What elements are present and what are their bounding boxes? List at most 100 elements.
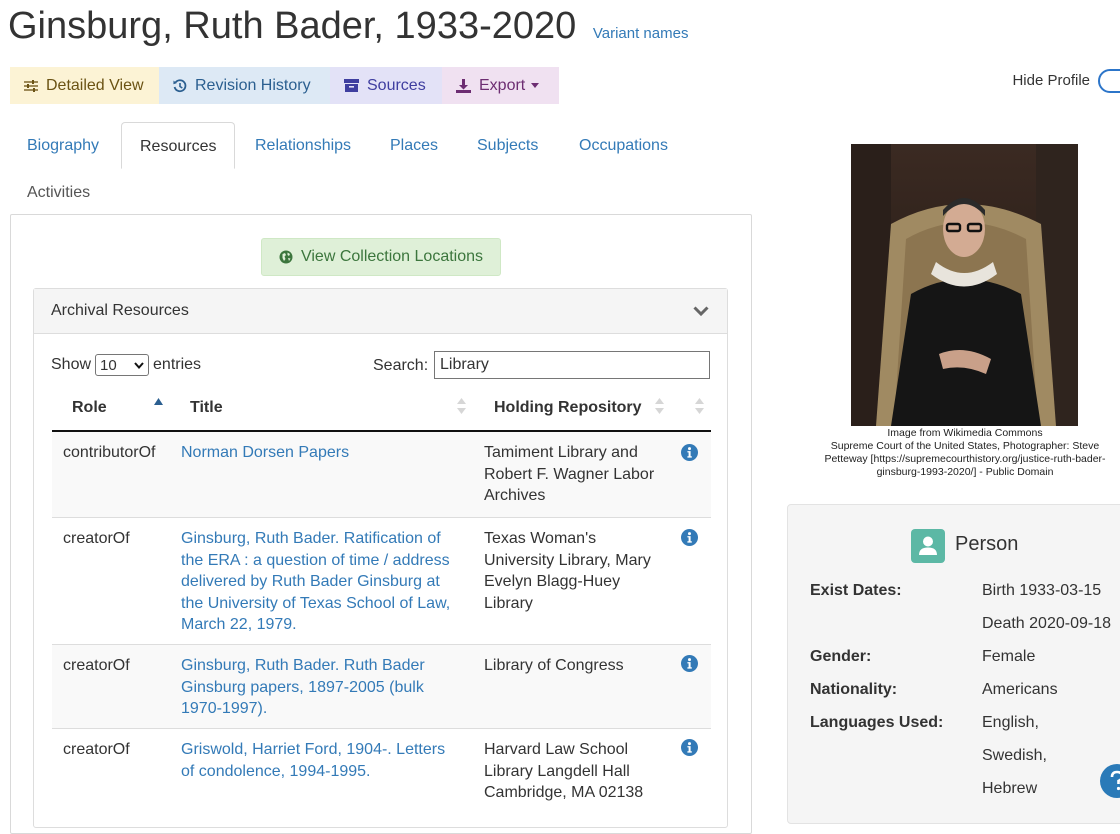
row-role: creatorOf xyxy=(63,741,130,758)
caret-down-icon xyxy=(531,83,540,88)
revision-history-label: Revision History xyxy=(195,76,311,94)
info-circle-icon[interactable] xyxy=(681,529,698,546)
column-header-role[interactable]: Role xyxy=(72,399,107,417)
hide-profile-toggle[interactable] xyxy=(1098,69,1120,93)
search-label: Search: xyxy=(373,357,429,374)
page-title: Ginsburg, Ruth Bader, 1933-2020 Variant … xyxy=(8,0,688,62)
row-repository: Harvard Law School Library Langdell Hall… xyxy=(484,739,643,804)
row-repository-line: University Library, Mary xyxy=(484,551,651,569)
tab-relationships[interactable]: Relationships xyxy=(255,122,351,169)
sources-button[interactable]: Sources xyxy=(330,67,442,104)
tab-resources[interactable]: Resources xyxy=(121,122,236,169)
row-title-line: of condolence, 1994-1995. xyxy=(181,762,371,780)
download-icon xyxy=(456,78,471,93)
page-length-value: 10 xyxy=(100,356,117,374)
exist-dates-label: Exist Dates: xyxy=(810,582,902,599)
photo-caption: Image from Wikimedia Commons Supreme Cou… xyxy=(805,427,1120,479)
tab-biography[interactable]: Biography xyxy=(27,122,99,169)
view-collection-locations-label: View Collection Locations xyxy=(300,248,484,265)
row-repository-line: Evelyn Blagg-Huey xyxy=(484,573,621,590)
row-title-line: Ginsburg, Ruth Bader. Ratification of xyxy=(181,530,441,547)
row-title-line: Griswold, Harriet Ford, 1904-. Letters xyxy=(181,741,446,758)
row-repository-line: Library Langdell Hall xyxy=(484,762,630,780)
caption-line: Petteway [https://supremecourthistory.or… xyxy=(824,453,1106,465)
export-dropdown-button[interactable]: Export xyxy=(442,67,559,104)
profile-photo xyxy=(851,144,1078,426)
tab-subjects[interactable]: Subjects xyxy=(477,122,538,169)
person-title: Person xyxy=(955,533,1019,555)
revision-history-button[interactable]: Revision History xyxy=(159,67,330,104)
languages-used-label: Languages Used: xyxy=(810,714,944,731)
sort-both-icon xyxy=(456,398,466,414)
column-header-holding-repository[interactable]: Holding Repository xyxy=(494,399,642,417)
tab-occupations[interactable]: Occupations xyxy=(579,122,668,169)
sliders-icon xyxy=(24,79,38,92)
row-title-line: the University of Texas School of Law, xyxy=(181,594,451,612)
row-title-link[interactable]: Norman Dorsen Papers xyxy=(181,442,349,464)
archive-box-icon xyxy=(344,79,359,92)
death-date: Death 2020-09-18 xyxy=(982,615,1111,632)
user-icon xyxy=(911,529,945,563)
info-circle-icon[interactable] xyxy=(681,739,698,756)
tab-places[interactable]: Places xyxy=(390,122,438,169)
row-title-line: March 22, 1979. xyxy=(181,616,297,633)
language-value: Hebrew xyxy=(982,780,1038,797)
row-title-link[interactable]: Ginsburg, Ruth Bader. Ratification of th… xyxy=(181,528,450,636)
row-repository-line: Tamiment Library and xyxy=(484,444,638,461)
row-repository: Texas Woman's University Library, Mary E… xyxy=(484,528,651,614)
row-repository-line: Library of Congress xyxy=(484,657,624,674)
caption-line: Image from Wikimedia Commons xyxy=(887,427,1043,439)
row-title-line: Norman Dorsen Papers xyxy=(181,444,350,461)
sources-label: Sources xyxy=(367,76,426,94)
caption-line: ginsburg-1993-2020/] - Public Domain xyxy=(876,466,1054,478)
page-length-select[interactable]: 10 xyxy=(95,354,150,376)
chevron-down-icon[interactable] xyxy=(693,304,709,322)
row-title-line: Ginsburg papers, 1897-2005 (bulk xyxy=(181,678,424,696)
tab-activities[interactable]: Activities xyxy=(27,178,90,208)
sort-ascending-icon xyxy=(153,398,163,406)
gender-label: Gender: xyxy=(810,648,872,665)
row-role: creatorOf xyxy=(63,530,130,547)
row-repository-line: Archives xyxy=(484,487,546,504)
help-button[interactable] xyxy=(1100,764,1120,798)
birth-date: Birth 1933-03-15 xyxy=(982,582,1102,599)
caption-line: Supreme Court of the United States, Phot… xyxy=(830,440,1100,452)
gender-value: Female xyxy=(982,648,1036,665)
row-repository-line: Harvard Law School xyxy=(484,741,629,758)
view-collection-locations-button[interactable]: View Collection Locations xyxy=(261,238,501,276)
sort-both-icon xyxy=(654,398,664,414)
entries-label: entries xyxy=(153,356,202,373)
page-title-text: Ginsburg, Ruth Bader, 1933-2020 xyxy=(8,5,577,47)
row-title-link[interactable]: Ginsburg, Ruth Bader. Ruth Bader Ginsbur… xyxy=(181,655,425,720)
row-repository-line: Robert F. Wagner Labor xyxy=(484,465,655,483)
row-title-line: the ERA : a question of time / address xyxy=(181,551,450,569)
row-title-line: Ginsburg, Ruth Bader. Ruth Bader xyxy=(181,657,425,674)
info-circle-icon[interactable] xyxy=(681,655,698,672)
nationality-value: Americans xyxy=(982,681,1058,698)
action-toolbar: Detailed View Revision History Sources E… xyxy=(10,67,559,104)
nationality-label: Nationality: xyxy=(810,681,898,698)
detailed-view-button[interactable]: Detailed View xyxy=(10,67,159,104)
row-repository-line: Cambridge, MA 02138 xyxy=(484,784,644,801)
row-role: contributorOf xyxy=(63,444,156,461)
row-repository-line: Library xyxy=(484,594,533,612)
row-role: creatorOf xyxy=(63,657,130,674)
row-repository: Library of Congress xyxy=(484,655,624,677)
row-title-link[interactable]: Griswold, Harriet Ford, 1904-. Letters o… xyxy=(181,739,445,782)
info-circle-icon[interactable] xyxy=(681,444,698,461)
archival-resources-title: Archival Resources xyxy=(51,302,189,319)
show-label: Show xyxy=(51,356,92,373)
export-label: Export xyxy=(479,76,526,94)
row-title-line: delivered by Ruth Bader Ginsburg at xyxy=(181,573,440,590)
sort-both-icon xyxy=(694,398,704,414)
column-header-title[interactable]: Title xyxy=(190,399,223,417)
row-repository: Tamiment Library and Robert F. Wagner La… xyxy=(484,442,654,507)
history-icon xyxy=(173,78,187,93)
variant-names-link[interactable]: Variant names xyxy=(593,25,689,42)
search-input[interactable] xyxy=(434,351,710,379)
globe-icon xyxy=(279,250,293,264)
toggle-knob xyxy=(1101,72,1119,90)
language-value: Swedish, xyxy=(982,747,1047,764)
row-repository-line: Texas Woman's xyxy=(484,530,597,547)
language-value: English, xyxy=(982,714,1039,731)
